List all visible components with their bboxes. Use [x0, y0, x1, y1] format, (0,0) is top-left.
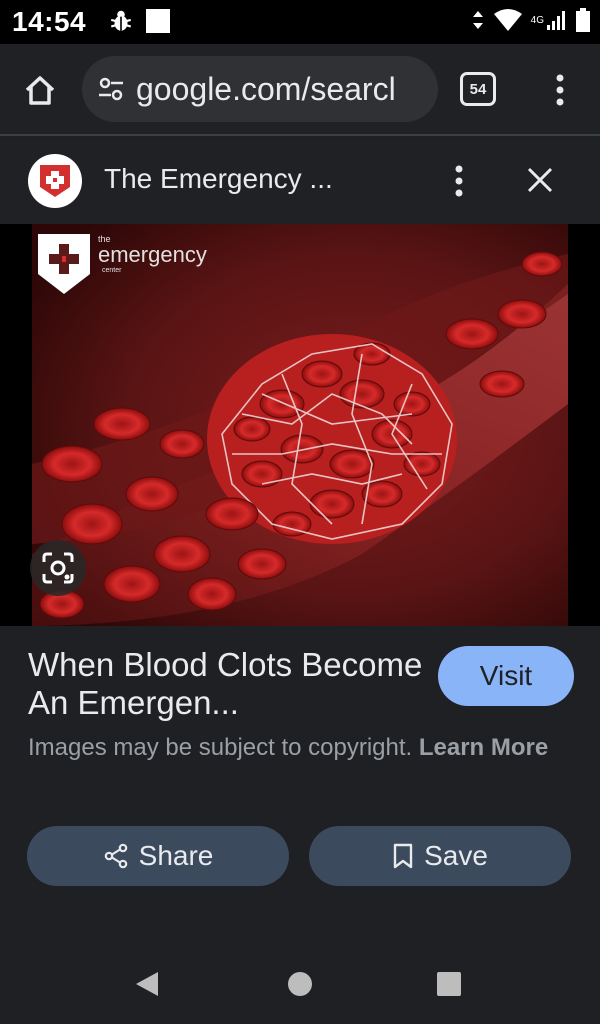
- learn-more-link[interactable]: Learn More: [419, 734, 548, 761]
- visit-label: Visit: [479, 660, 533, 691]
- site-settings-icon[interactable]: [96, 74, 126, 104]
- system-nav-bar: [0, 944, 600, 1024]
- bookmark-icon: [393, 843, 413, 869]
- result-header: The Emergency ...: [0, 138, 600, 224]
- visit-button[interactable]: Visit: [438, 646, 574, 706]
- status-right-icons: 4G: [471, 8, 590, 32]
- address-bar[interactable]: google.com/searcl: [82, 56, 438, 122]
- emergency-center-logo-icon: [40, 165, 70, 197]
- site-favicon[interactable]: [28, 154, 82, 208]
- share-button[interactable]: Share: [27, 826, 289, 886]
- status-bar: 14:54 4G: [0, 0, 600, 44]
- home-button[interactable]: [18, 68, 62, 112]
- result-more-button[interactable]: [444, 160, 474, 202]
- close-button[interactable]: [520, 160, 560, 200]
- back-icon[interactable]: [134, 970, 160, 998]
- share-label: Share: [138, 840, 214, 871]
- data-arrows-icon: [472, 11, 483, 29]
- google-lens-button[interactable]: [30, 540, 86, 596]
- wifi-icon: [493, 9, 522, 31]
- tab-switcher-button[interactable]: 54: [460, 72, 496, 106]
- image-logo-center: center: [102, 267, 122, 274]
- close-icon: [527, 167, 553, 193]
- copyright-notice: Images may be subject to copyright. Lear…: [28, 730, 568, 765]
- copyright-text: Images may be subject to copyright.: [28, 734, 413, 761]
- signal-icon: [547, 11, 565, 30]
- result-image-container: the emergency center: [0, 224, 600, 626]
- more-vert-icon: [556, 74, 564, 106]
- more-vert-icon: [455, 165, 463, 197]
- home-icon: [25, 76, 55, 105]
- result-headline[interactable]: When Blood Clots Become An Emergen...: [28, 646, 428, 722]
- image-logo-emergency: emergency: [98, 242, 207, 267]
- status-time: 14:54: [12, 6, 87, 37]
- square-icon: [146, 9, 170, 33]
- save-label: Save: [424, 840, 488, 871]
- site-title[interactable]: The Emergency ...: [104, 163, 333, 195]
- lens-icon: [42, 552, 74, 584]
- save-button[interactable]: Save: [309, 826, 571, 886]
- recents-icon[interactable]: [437, 972, 461, 996]
- blood-clot-image[interactable]: the emergency center: [32, 224, 568, 626]
- share-icon: [104, 843, 127, 869]
- network-type: 4G: [530, 14, 544, 26]
- browser-menu-button[interactable]: [540, 70, 580, 110]
- bug-icon: [110, 10, 132, 31]
- url-text: google.com/searcl: [136, 70, 396, 107]
- nav-home-icon[interactable]: [288, 972, 312, 996]
- battery-icon: [576, 8, 590, 32]
- browser-toolbar: google.com/searcl 54: [0, 44, 600, 136]
